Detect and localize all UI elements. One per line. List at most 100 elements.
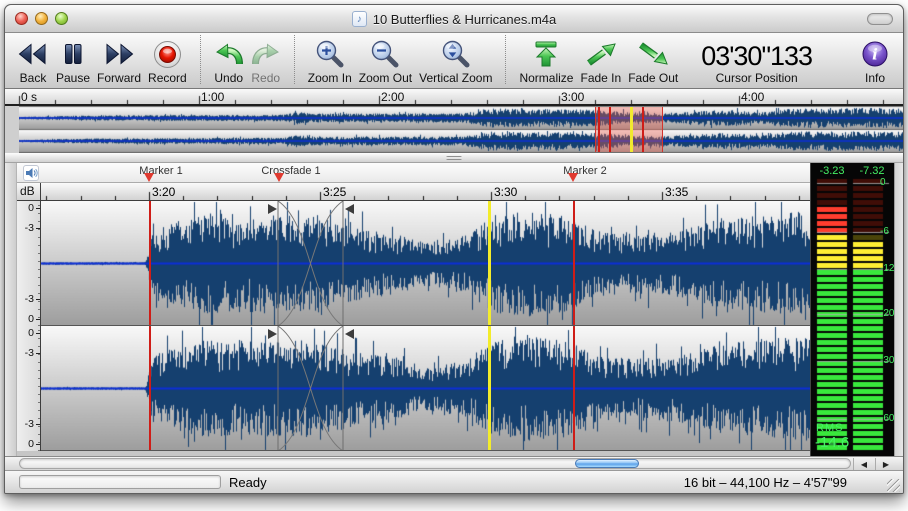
peak-value-right: -7.32	[851, 165, 893, 177]
toolbar-separator	[505, 35, 506, 84]
fade-out-button[interactable]: Fade Out	[628, 38, 678, 85]
marker-label: Marker 1	[111, 165, 211, 177]
db-axis-minor-tick	[38, 269, 40, 270]
info-label: Info	[865, 71, 885, 85]
record-button[interactable]: Record	[148, 38, 187, 85]
scrollbar-track[interactable]	[19, 458, 851, 469]
scrollbar-thumb[interactable]	[575, 459, 639, 468]
db-axis-minor-tick	[38, 338, 40, 339]
horizontal-scrollbar[interactable]: ◀ ▶	[5, 456, 903, 470]
db-axis-minor-tick	[38, 354, 40, 355]
overview-waveform[interactable]	[5, 106, 903, 153]
record-label: Record	[148, 71, 187, 85]
overview-waveform-canvas[interactable]	[19, 106, 903, 153]
level-meter-panel: -3.23-7.320-6-12-20-30-60RMS-14.6	[810, 163, 894, 456]
crossfade-region[interactable]	[266, 201, 356, 326]
zoom-in-label: Zoom In	[308, 71, 352, 85]
db-axis-minor-tick	[38, 309, 40, 310]
toolbar-separator	[200, 35, 201, 84]
meter-scale-label: 0	[880, 177, 886, 188]
meter-scale-label: -6	[880, 226, 889, 237]
vertical-zoom-button[interactable]: Vertical Zoom	[419, 38, 492, 85]
db-axis-minor-tick	[38, 325, 40, 326]
normalize-button[interactable]: Normalize	[519, 38, 573, 85]
meter-scale-label: -12	[880, 263, 894, 274]
meter-scale-label: -30	[880, 355, 894, 366]
overview-marker-line	[609, 107, 611, 152]
db-axis-minor-tick	[38, 418, 40, 419]
splitter-grip[interactable]	[446, 156, 462, 160]
back-label: Back	[20, 71, 47, 85]
crossfade-right-handle-icon	[345, 204, 354, 214]
db-axis-minor-tick	[38, 330, 40, 331]
waveform-channel-right[interactable]	[41, 326, 810, 451]
channel-speaker-icon[interactable]	[23, 165, 39, 181]
overview-timeline-ruler[interactable]: 0 s1:002:003:004:00	[5, 89, 903, 106]
zoom-out-label: Zoom Out	[359, 71, 412, 85]
right-frame	[894, 163, 903, 456]
rms-value: -14.6	[815, 434, 849, 451]
db-axis-minor-tick	[38, 237, 40, 238]
marker-line	[573, 326, 575, 451]
back-button[interactable]: Back	[17, 38, 49, 85]
info-icon: i	[861, 38, 889, 70]
pane-splitter[interactable]	[5, 153, 903, 163]
window-resize-grip[interactable]	[887, 479, 900, 492]
toolbar-toggle-button[interactable]	[867, 13, 893, 25]
marker-bar[interactable]: Marker 1Crossfade 1Marker 2	[17, 163, 810, 183]
cursor-position-value: 03'30"133	[701, 42, 812, 71]
cursor-position-display: 03'30"133 Cursor Position	[701, 42, 812, 85]
redo-icon	[251, 38, 281, 70]
undo-label: Undo	[214, 71, 243, 85]
meter-scale-label: -60	[880, 413, 894, 424]
zoom-out-button[interactable]: Zoom Out	[359, 38, 412, 85]
main-ruler-label: 3:25	[323, 185, 346, 199]
overview-selection-region[interactable]	[595, 107, 663, 152]
titlebar[interactable]: ♪ 10 Butterflies & Hurricanes.m4a	[5, 5, 903, 33]
fade-in-icon	[584, 38, 618, 70]
status-bar: Ready 16 bit – 44,100 Hz – 4'57"99	[5, 470, 903, 494]
db-axis-minor-tick	[38, 410, 40, 411]
undo-button[interactable]: Undo	[214, 38, 244, 85]
vertical-zoom-icon	[441, 38, 471, 70]
db-axis-label: 0	[28, 313, 34, 325]
meter-scale-label: -20	[880, 308, 894, 319]
scroll-right-button[interactable]: ▶	[875, 458, 896, 470]
forward-label: Forward	[97, 71, 141, 85]
svg-text:i: i	[872, 46, 878, 64]
db-axis-minor-tick	[38, 317, 40, 318]
waveform-canvas-left[interactable]	[41, 201, 810, 326]
db-axis-label: -3	[25, 222, 34, 234]
marker-handle[interactable]	[144, 173, 154, 182]
db-axis-unit: dB	[17, 183, 41, 201]
db-axis-minor-tick	[38, 434, 40, 435]
db-axis-label: 0	[28, 438, 34, 450]
db-axis-label: -3	[25, 347, 34, 359]
pause-button[interactable]: Pause	[56, 38, 90, 85]
forward-button[interactable]: Forward	[97, 38, 141, 85]
record-icon	[154, 38, 181, 70]
db-axis-minor-tick	[38, 221, 40, 222]
zoom-in-button[interactable]: Zoom In	[308, 38, 352, 85]
fade-in-button[interactable]: Fade In	[580, 38, 621, 85]
db-axis-minor-tick	[38, 370, 40, 371]
db-axis-minor-tick	[38, 362, 40, 363]
db-axis-minor-tick	[38, 386, 40, 387]
overview-ruler-label: 3:00	[561, 90, 584, 104]
scroll-left-button[interactable]: ◀	[853, 458, 874, 470]
overview-ruler-label: 4:00	[741, 90, 764, 104]
progress-bar	[19, 475, 221, 489]
marker-handle[interactable]	[274, 173, 284, 182]
marker-handle[interactable]	[568, 173, 578, 182]
crossfade-region[interactable]	[266, 326, 356, 451]
rms-label: RMS	[816, 422, 843, 434]
info-button[interactable]: i Info	[861, 38, 889, 85]
db-axis-minor-tick	[38, 394, 40, 395]
overview-ruler-ticks	[5, 89, 904, 104]
waveform-channel-left[interactable]	[41, 201, 810, 326]
scroll-left-icon: ◀	[861, 460, 867, 469]
main-timeline-ruler[interactable]: 3:203:253:303:35	[41, 183, 810, 201]
waveform-canvas-right[interactable]	[41, 326, 810, 451]
db-axis-label: 0	[28, 327, 34, 339]
db-axis-tick	[36, 333, 40, 334]
